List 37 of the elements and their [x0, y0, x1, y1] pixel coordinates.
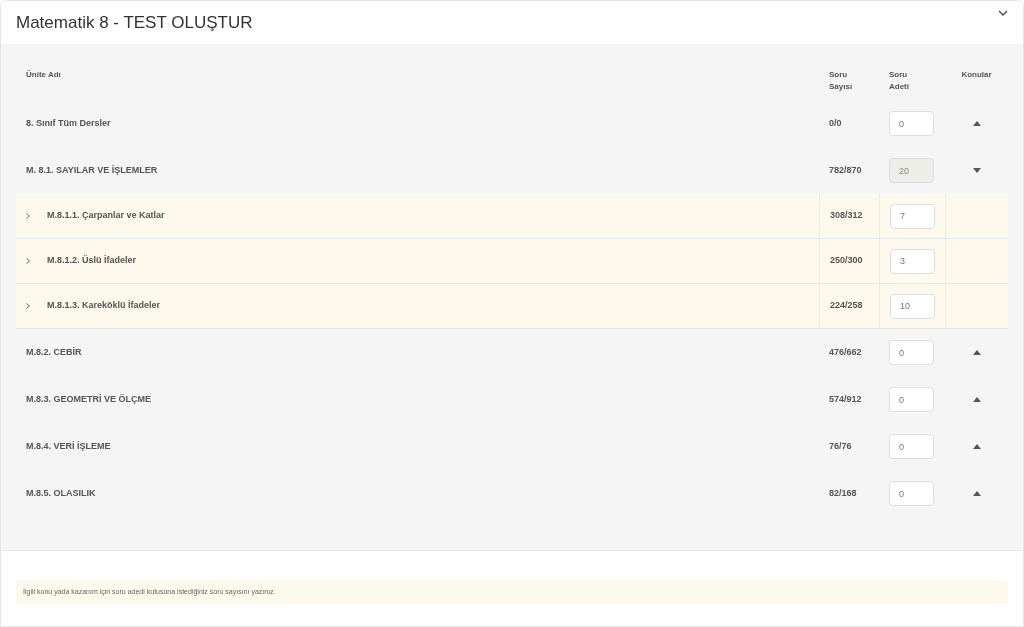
column-header: Soru Adeti: [889, 69, 910, 93]
question-count: 574/912: [829, 393, 862, 404]
unit-name: M.8.3. GEOMETRİ VE ÖLÇME: [26, 393, 151, 404]
unit-name: 8. Sınıf Tüm Dersler: [26, 117, 111, 128]
chevron-right-icon[interactable]: [26, 303, 30, 309]
question-count: 82/168: [829, 487, 857, 498]
caret-up-icon[interactable]: [972, 121, 981, 126]
caret-up-icon[interactable]: [972, 397, 981, 402]
question-count: 0/0: [829, 117, 842, 128]
chevron-right-icon[interactable]: [26, 213, 30, 219]
question-count: 782/870: [829, 164, 862, 175]
unit-name: M. 8.1. SAYILAR VE İŞLEMLER: [26, 164, 158, 175]
unit-name: M.8.2. CEBİR: [26, 346, 82, 357]
amount-input[interactable]: 0: [889, 481, 934, 506]
unit-name: M.8.5. OLASILIK: [26, 487, 96, 498]
amount-input[interactable]: 0: [889, 340, 934, 365]
subtopic-name: M.8.1.3. Kareköklü İfadeler: [47, 299, 161, 313]
chevron-right-icon[interactable]: [26, 258, 30, 264]
subtopic-name: M.8.1.2. Üslü İfadeler: [47, 254, 137, 268]
question-count: 224/258: [830, 299, 863, 313]
subtopic-name: M.8.1.1. Çarpanlar ve Katlar: [47, 209, 165, 223]
chevron-down-icon[interactable]: [998, 9, 1008, 16]
question-count: 308/312: [830, 209, 863, 223]
question-count: 76/76: [829, 440, 852, 451]
caret-up-icon[interactable]: [972, 350, 981, 355]
question-count: 250/300: [830, 254, 863, 268]
column-header: Konular: [961, 69, 992, 81]
page-title: Matematik 8 - TEST OLUŞTUR: [16, 11, 253, 34]
amount-input[interactable]: 0: [889, 387, 934, 412]
column-header: Soru Sayısı: [829, 69, 854, 93]
amount-input[interactable]: 0: [889, 111, 934, 136]
unit-name: M.8.4. VERİ İŞLEME: [26, 440, 111, 451]
question-count: 476/662: [829, 346, 862, 357]
column-header: Ünite Adı: [26, 70, 61, 79]
caret-up-icon[interactable]: [972, 491, 981, 496]
caret-up-icon[interactable]: [972, 444, 981, 449]
amount-input[interactable]: 0: [889, 434, 934, 459]
